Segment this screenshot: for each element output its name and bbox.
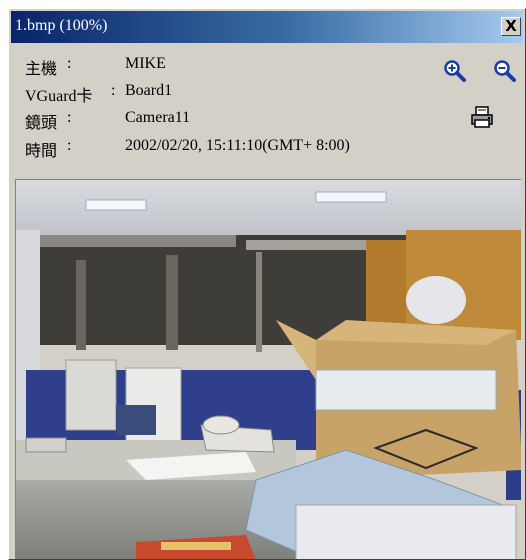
lens-value: Camera11 bbox=[125, 109, 191, 126]
lens-colon: : bbox=[67, 109, 72, 126]
close-button[interactable]: X bbox=[501, 17, 521, 36]
printer-icon bbox=[471, 106, 493, 128]
host-value: MIKE bbox=[125, 55, 166, 72]
card-label: VGuard卡 bbox=[25, 88, 93, 105]
camera-snapshot-image bbox=[15, 179, 521, 559]
print-button[interactable] bbox=[469, 105, 495, 129]
image-info-panel: 主機 : MIKE VGuard卡 : Board1 鏡頭 : Camera11… bbox=[11, 45, 523, 177]
image-viewer-window: 1.bmp (100%) X 主機 : MIKE VGuard卡 : Board… bbox=[8, 8, 526, 560]
zoom-in-button[interactable] bbox=[443, 59, 467, 83]
card-value: Board1 bbox=[125, 82, 173, 99]
zoom-out-button[interactable] bbox=[493, 59, 517, 83]
card-colon: : bbox=[111, 82, 116, 99]
window-title: 1.bmp (100%) bbox=[15, 17, 108, 34]
lens-label: 鏡頭 bbox=[25, 115, 58, 132]
close-icon: X bbox=[505, 17, 517, 35]
title-bar[interactable]: 1.bmp (100%) X bbox=[11, 11, 523, 43]
zoom-out-icon bbox=[494, 60, 516, 82]
time-colon: : bbox=[67, 137, 72, 154]
host-label: 主機 bbox=[25, 61, 58, 78]
host-colon: : bbox=[67, 55, 72, 72]
zoom-in-icon bbox=[444, 60, 466, 82]
time-label: 時間 bbox=[25, 143, 58, 160]
time-value: 2002/02/20, 15:11:10(GMT+ 8:00) bbox=[125, 137, 350, 154]
